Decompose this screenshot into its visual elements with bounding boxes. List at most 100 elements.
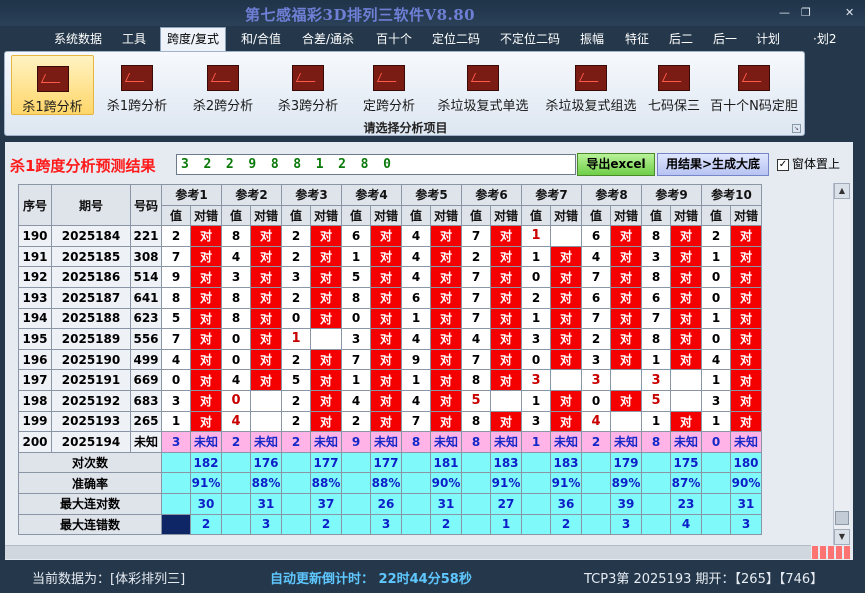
- hit-cell: 对: [190, 286, 222, 309]
- table-row[interactable]: 193 2025187 641 8 对 8 对 2 对 8 对 6 对 7 对 2 对 6 对 6 对 0 对: [18, 286, 762, 309]
- pending-status: 未知: [550, 431, 582, 453]
- hit-cell: 对: [190, 245, 222, 268]
- horizontal-scrollbar[interactable]: [5, 545, 811, 559]
- stat-value: 180: [730, 451, 762, 474]
- table-row[interactable]: 198 2025192 683 3 对 0 2 对 4 对 4 对 5 1 对 0 对 5 3 对: [18, 389, 762, 412]
- value-cell: 4: [221, 245, 251, 268]
- dialog-launcher-icon[interactable]: ↘: [792, 124, 801, 133]
- menu-last-two[interactable]: 后二: [663, 29, 699, 48]
- value-cell: 0: [701, 286, 731, 309]
- resize-grip[interactable]: [812, 546, 850, 559]
- stat-blank: [461, 492, 491, 515]
- value-cell: 4: [401, 266, 431, 288]
- value-cell: 8: [461, 369, 491, 391]
- header-value: 值: [281, 204, 311, 227]
- menu-amplitude[interactable]: 振幅: [574, 29, 610, 48]
- miss-cell: [550, 225, 582, 247]
- scroll-up-icon[interactable]: ▲: [834, 183, 850, 199]
- row-period: 2025192: [51, 389, 131, 412]
- ribbon-btn-trash-group[interactable]: 杀垃圾复式组选: [538, 55, 644, 115]
- row-number: 308: [130, 245, 162, 268]
- pending-row[interactable]: 200 2025194 未知 3 未知 2 未知 2 未知 9 未知 8 未知 8 未知 1 未知 2 未知 8 未知 0…: [18, 431, 762, 453]
- menu-system-data[interactable]: 系统数据: [48, 29, 108, 48]
- ribbon-btn-kill2span[interactable]: 杀2跨分析: [183, 55, 263, 115]
- ribbon-btn-kill3span[interactable]: 杀3跨分析: [268, 55, 348, 115]
- generate-base-button[interactable]: 用结果>生成大底: [657, 153, 769, 176]
- close-icon[interactable]: ✕: [845, 6, 854, 19]
- hit-cell: 对: [550, 245, 582, 268]
- menu-span-compound[interactable]: 跨度/复式: [160, 27, 227, 51]
- menu-last-one[interactable]: 后一: [707, 29, 743, 48]
- ribbon-label: 杀3跨分析: [277, 99, 339, 114]
- menu-tools[interactable]: 工具: [116, 29, 152, 48]
- table-row[interactable]: 195 2025189 556 7 对 0 对 1 3 对 4 对 4 对 3 对 2 对 8 对 0 对: [18, 328, 762, 350]
- menu-diff-kill[interactable]: 合差/通杀: [296, 29, 360, 48]
- hit-cell: 对: [610, 225, 642, 247]
- value-cell: 1: [701, 245, 731, 268]
- row-period: 2025194: [51, 431, 131, 453]
- stat-blank: [341, 513, 371, 536]
- ribbon-btn-seven-three[interactable]: 七码保三: [644, 55, 704, 115]
- export-excel-button[interactable]: 导出excel: [577, 153, 655, 176]
- status-bar: 当前数据为：[体彩排列三] 自动更新倒计时： 22时44分58秒 TCP3第 2…: [0, 562, 865, 593]
- row-number: 556: [130, 328, 162, 350]
- scroll-thumb[interactable]: [835, 511, 849, 525]
- menu-sum[interactable]: 和/合值: [235, 29, 287, 48]
- menu-hundreds[interactable]: 百十个: [370, 29, 418, 48]
- stat-row: 准确率 91% 88% 88% 88% 90% 91% 91% 89% 87% 90%: [18, 472, 762, 494]
- value-cell: 3: [341, 328, 371, 350]
- chart-icon: [36, 66, 69, 92]
- table-row[interactable]: 197 2025191 669 0 对 4 对 5 对 1 对 1 对 8 对 3 3 3 1 对: [18, 369, 762, 391]
- stat-value: 176: [250, 451, 282, 474]
- checkbox-check-icon[interactable]: ✓: [777, 158, 789, 171]
- hit-cell: 对: [250, 266, 282, 288]
- ribbon-btn-fixed-span[interactable]: 定跨分析: [354, 55, 424, 115]
- value-cell: 1: [641, 348, 671, 371]
- vertical-scrollbar[interactable]: ▲ ▼: [833, 183, 850, 545]
- value-cell: 1: [521, 245, 551, 268]
- minimize-icon[interactable]: —: [779, 6, 790, 19]
- ribbon-btn-n-code[interactable]: 百十个N码定胆: [707, 55, 801, 115]
- header-hit: 对错: [370, 204, 402, 227]
- stat-value: 179: [610, 451, 642, 474]
- stat-value: 182: [190, 451, 222, 474]
- value-cell: 4: [341, 389, 371, 412]
- ribbon-label: 七码保三: [647, 99, 700, 114]
- value-cell: 0: [221, 389, 251, 412]
- stat-value: 91%: [550, 472, 582, 494]
- header-index: 序号: [18, 183, 52, 227]
- menu-plan[interactable]: 计划: [750, 29, 786, 48]
- row-index: 190: [18, 225, 52, 247]
- hit-cell: 对: [430, 307, 462, 330]
- value-cell: 1: [401, 369, 431, 391]
- hit-cell: 对: [370, 410, 402, 433]
- table-row[interactable]: 191 2025185 308 7 对 4 对 2 对 1 对 4 对 2 对 1 对 4 对 3 对 1 对: [18, 245, 762, 268]
- ribbon-btn-kill1span-a[interactable]: 杀1跨分析: [11, 55, 94, 115]
- table-row[interactable]: 192 2025186 514 9 对 3 对 3 对 5 对 4 对 7 对 0 对 7 对 8 对 0 对: [18, 266, 762, 288]
- menu-features[interactable]: 特征: [619, 29, 655, 48]
- topmost-checkbox[interactable]: ✓ 窗体置上: [777, 155, 840, 172]
- stat-value: 89%: [610, 472, 642, 494]
- table-row[interactable]: 196 2025190 499 4 对 0 对 2 对 7 对 9 对 7 对 0 对 3 对 1 对 4 对: [18, 348, 762, 371]
- hit-cell: 对: [430, 245, 462, 268]
- menu-unpositioned-two[interactable]: 不定位二码: [494, 29, 566, 48]
- ribbon-btn-kill1span-b[interactable]: 杀1跨分析: [98, 55, 176, 115]
- table-row[interactable]: 194 2025188 623 5 对 8 对 0 对 0 对 1 对 7 对 1 对 7 对 7 对 1 对: [18, 307, 762, 330]
- chart-icon: [373, 65, 405, 91]
- menu-position-two[interactable]: 定位二码: [426, 29, 486, 48]
- header-value: 值: [221, 204, 251, 227]
- ribbon-label: 杀2跨分析: [192, 99, 254, 114]
- value-cell: 7: [161, 328, 191, 350]
- table-row[interactable]: 190 2025184 221 2 对 8 对 2 对 6 对 4 对 7 对 1 6 对 8 对 2 对: [18, 225, 762, 247]
- ribbon-btn-trash-single[interactable]: 杀垃圾复式单选: [430, 55, 536, 115]
- stat-value: 4: [670, 513, 702, 536]
- result-field[interactable]: 3 2 2 9 8 8 1 2 8 0: [176, 154, 576, 175]
- pending-status: 未知: [250, 431, 282, 453]
- value-cell: 6: [641, 286, 671, 309]
- table-row[interactable]: 199 2025193 265 1 对 4 2 对 2 对 7 对 8 对 3 对 4 1 对 1 对: [18, 410, 762, 433]
- restore-icon[interactable]: ❐: [801, 6, 811, 19]
- scroll-down-icon[interactable]: ▼: [834, 529, 850, 545]
- hit-cell: 对: [370, 369, 402, 391]
- menu-plan2[interactable]: ·划2: [807, 29, 842, 48]
- stat-value: 87%: [670, 472, 702, 494]
